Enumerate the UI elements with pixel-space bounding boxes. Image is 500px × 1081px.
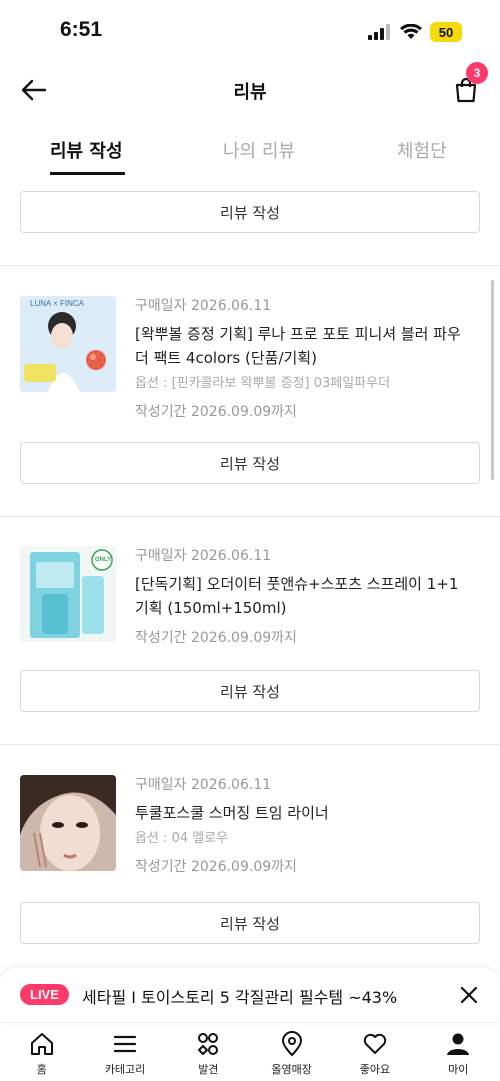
promo-text[interactable]: 세타필 I 토이스토리 5 각질관리 필수템 ~43% <box>82 984 397 1008</box>
divider <box>0 265 500 266</box>
nav-label: 마이 <box>448 1063 469 1076</box>
status-icons: 50 <box>368 22 462 42</box>
product-image-icon <box>20 775 116 871</box>
product-thumbnail[interactable] <box>20 775 116 871</box>
purchase-date: 구매일자 2026.06.11 <box>135 298 272 314</box>
signal-icon <box>368 24 390 40</box>
write-review-button[interactable]: 리뷰 작성 <box>20 442 480 484</box>
write-review-button[interactable]: 리뷰 작성 <box>20 902 480 944</box>
status-time: 6:51 <box>60 18 103 41</box>
nav-store[interactable]: 올영매장 <box>250 1023 333 1081</box>
scrollbar[interactable] <box>491 280 494 480</box>
divider <box>0 516 500 517</box>
tab-write-review[interactable]: 리뷰 작성 <box>50 137 123 163</box>
divider <box>0 744 500 745</box>
tab-experience-group[interactable]: 체험단 <box>397 137 447 163</box>
nav-likes[interactable]: 좋아요 <box>333 1023 416 1081</box>
tab-bar: 리뷰 작성 나의 리뷰 체험단 <box>0 112 500 190</box>
review-deadline: 작성기간 2026.09.09까지 <box>135 859 297 875</box>
status-bar: 6:51 50 <box>0 0 500 68</box>
product-name[interactable]: [단독기획] 오더이터 풋앤슈+스포츠 스프레이 1+1 기획 (150ml+1… <box>135 572 470 620</box>
battery-indicator: 50 <box>430 22 462 42</box>
product-name[interactable]: [왁뿌볼 증정 기획] 루나 프로 포토 피니셔 블러 파우더 팩트 4colo… <box>135 322 470 370</box>
tab-my-reviews[interactable]: 나의 리뷰 <box>223 137 295 163</box>
menu-icon <box>113 1035 137 1053</box>
person-icon <box>447 1033 470 1055</box>
review-deadline: 작성기간 2026.09.09까지 <box>135 404 297 420</box>
write-review-button[interactable]: 리뷰 작성 <box>20 670 480 712</box>
nav-label: 홈 <box>36 1063 47 1076</box>
nav-label: 좋아요 <box>359 1063 391 1076</box>
nav-label: 올영매장 <box>271 1063 312 1076</box>
home-icon <box>30 1033 53 1055</box>
close-icon[interactable] <box>458 984 480 1006</box>
discover-icon <box>198 1033 219 1055</box>
product-option: 옵션 : [핀카콜라보 왁뿌볼 증정] 03페일파우더 <box>135 376 391 391</box>
nav-category[interactable]: 카테고리 <box>83 1023 166 1081</box>
nav-label: 발견 <box>198 1063 219 1076</box>
bottom-nav: 홈 카테고리 발견 올영매장 좋아요 마이 <box>0 1022 500 1081</box>
product-option: 옵션 : 04 멜로우 <box>135 831 229 846</box>
review-deadline: 작성기간 2026.09.09까지 <box>135 630 297 646</box>
active-tab-indicator <box>50 172 125 175</box>
wifi-icon <box>400 24 422 39</box>
purchase-date: 구매일자 2026.06.11 <box>135 548 272 564</box>
live-promo-banner[interactable]: LIVE 세타필 I 토이스토리 5 각질관리 필수템 ~43% <box>0 968 500 1024</box>
purchase-date: 구매일자 2026.06.11 <box>135 777 272 793</box>
nav-label: 카테고리 <box>104 1063 146 1076</box>
cart-badge: 3 <box>466 62 488 84</box>
product-image-icon <box>20 296 116 392</box>
header: 리뷰 3 <box>0 62 500 112</box>
nav-home[interactable]: 홈 <box>0 1023 83 1081</box>
product-name[interactable]: 투쿨포스쿨 스머징 트임 라이너 <box>135 801 470 825</box>
nav-discover[interactable]: 발견 <box>167 1023 250 1081</box>
heart-icon <box>363 1033 387 1054</box>
thumbnail-brand-text: LUNA × FINCA <box>30 299 85 308</box>
product-thumbnail[interactable]: ONLY <box>20 546 116 642</box>
nav-my[interactable]: 마이 <box>417 1023 500 1081</box>
live-badge: LIVE <box>20 984 69 1005</box>
page-title: 리뷰 <box>233 82 267 103</box>
product-thumbnail[interactable]: LUNA × FINCA <box>20 296 116 392</box>
thumbnail-brand-text: ONLY <box>95 557 112 563</box>
write-review-button[interactable]: 리뷰 작성 <box>20 191 480 233</box>
location-pin-icon <box>281 1031 302 1057</box>
